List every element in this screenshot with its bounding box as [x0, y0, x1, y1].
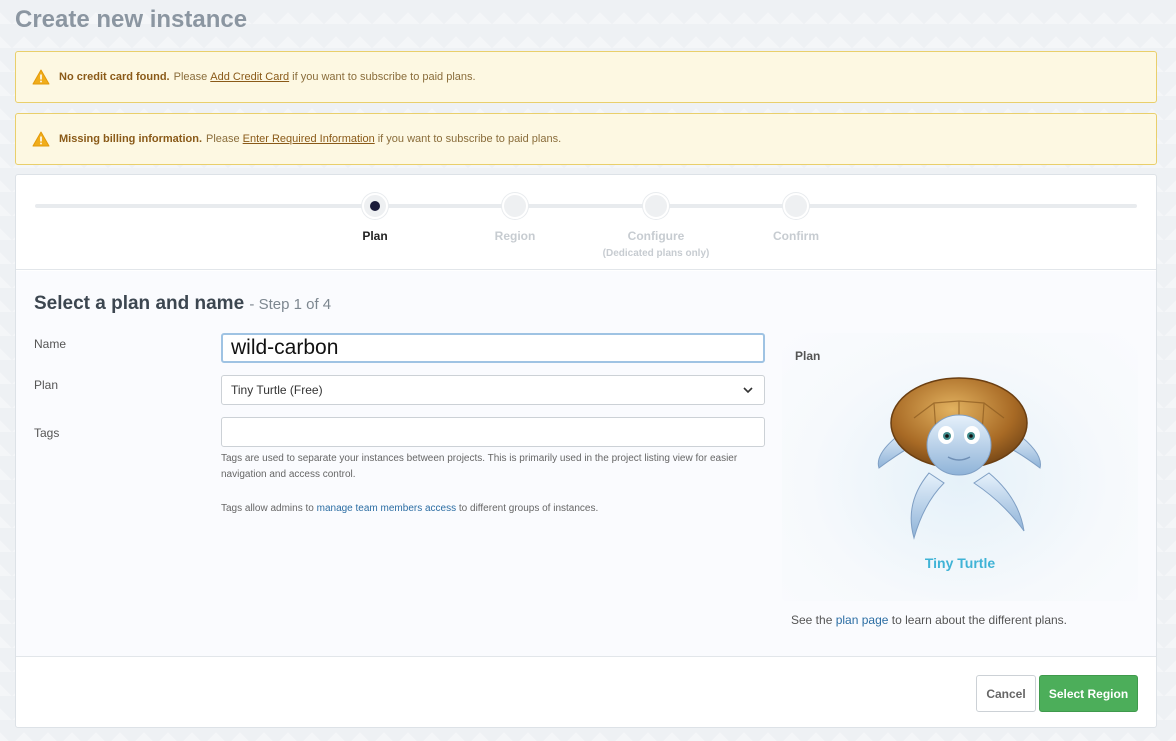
plan-preview-panel: Plan Tiny Turtle — [782, 333, 1138, 601]
step-sublabel: (Dedicated plans only) — [602, 248, 710, 259]
plan-page-link[interactable]: plan page — [836, 613, 889, 627]
alert-text: if you want to subscribe to paid plans. — [377, 133, 562, 145]
chevron-down-icon — [742, 384, 754, 396]
name-label: Name — [34, 337, 67, 351]
step-plan: Plan — [310, 193, 440, 243]
warning-icon — [32, 131, 50, 147]
section-heading: Select a plan and name - Step 1 of 4 — [34, 293, 331, 315]
section-title: Select a plan and name — [34, 293, 245, 314]
card-footer: Cancel Select Region — [16, 656, 1156, 728]
alert-text: if you want to subscribe to paid plans. — [292, 71, 476, 83]
turtle-illustration-icon — [877, 377, 1041, 540]
plan-note-before: See the — [791, 613, 833, 627]
step-note: - Step 1 of 4 — [249, 296, 332, 313]
admin-help-before: Tags allow admins to — [221, 503, 314, 514]
wizard-stepper: Plan Region Configure (Dedicated plans o… — [16, 175, 1156, 270]
alert-text: Please — [206, 133, 240, 145]
admin-help-after: to different groups of instances. — [458, 503, 599, 514]
step-label: Configure — [627, 229, 685, 243]
alert-title: Missing billing information. — [59, 133, 202, 145]
warning-icon — [32, 69, 50, 85]
admin-help-text: Tags allow admins to manage team members… — [221, 501, 761, 517]
step-confirm: Confirm — [731, 193, 861, 243]
tags-help-text: Tags are used to separate your instances… — [221, 453, 738, 480]
enter-required-information-link[interactable]: Enter Required Information — [243, 133, 375, 145]
step-dot — [643, 193, 669, 219]
name-input[interactable] — [221, 333, 765, 363]
step-label: Confirm — [773, 229, 819, 243]
manage-team-members-link[interactable]: manage team members access — [317, 503, 457, 514]
step-dot — [783, 193, 809, 219]
page-title: Create new instance — [15, 6, 248, 33]
tags-label: Tags — [34, 426, 60, 440]
step-region: Region — [450, 193, 580, 243]
alert-no-credit-card: No credit card found. Please Add Credit … — [15, 51, 1157, 103]
plan-note-after: to learn about the different plans. — [891, 613, 1068, 627]
plan-name: Tiny Turtle — [924, 555, 996, 571]
plan-select[interactable]: Tiny Turtle (Free) — [221, 375, 765, 405]
select-region-button[interactable]: Select Region — [1039, 675, 1138, 712]
step-label: Region — [494, 229, 536, 243]
cancel-button[interactable]: Cancel — [976, 675, 1036, 712]
alert-missing-billing: Missing billing information. Please Ente… — [15, 113, 1157, 165]
plan-form-area: Select a plan and name - Step 1 of 4 Nam… — [16, 271, 1156, 656]
add-credit-card-link[interactable]: Add Credit Card — [210, 71, 289, 83]
plan-preview-label: Plan — [795, 349, 821, 363]
stepper-track — [35, 204, 1137, 208]
plan-select-value: Tiny Turtle (Free) — [231, 383, 323, 397]
alert-title: No credit card found. — [59, 71, 170, 83]
create-instance-card: Plan Region Configure (Dedicated plans o… — [15, 174, 1157, 728]
plan-label: Plan — [34, 378, 59, 392]
step-dot — [502, 193, 528, 219]
alert-text: Please — [173, 71, 208, 83]
step-label: Plan — [362, 229, 388, 243]
step-dot — [362, 193, 388, 219]
tags-input[interactable] — [221, 417, 765, 447]
step-configure: Configure (Dedicated plans only) — [591, 193, 721, 259]
plan-note: See the plan page to learn about the dif… — [791, 613, 1067, 627]
